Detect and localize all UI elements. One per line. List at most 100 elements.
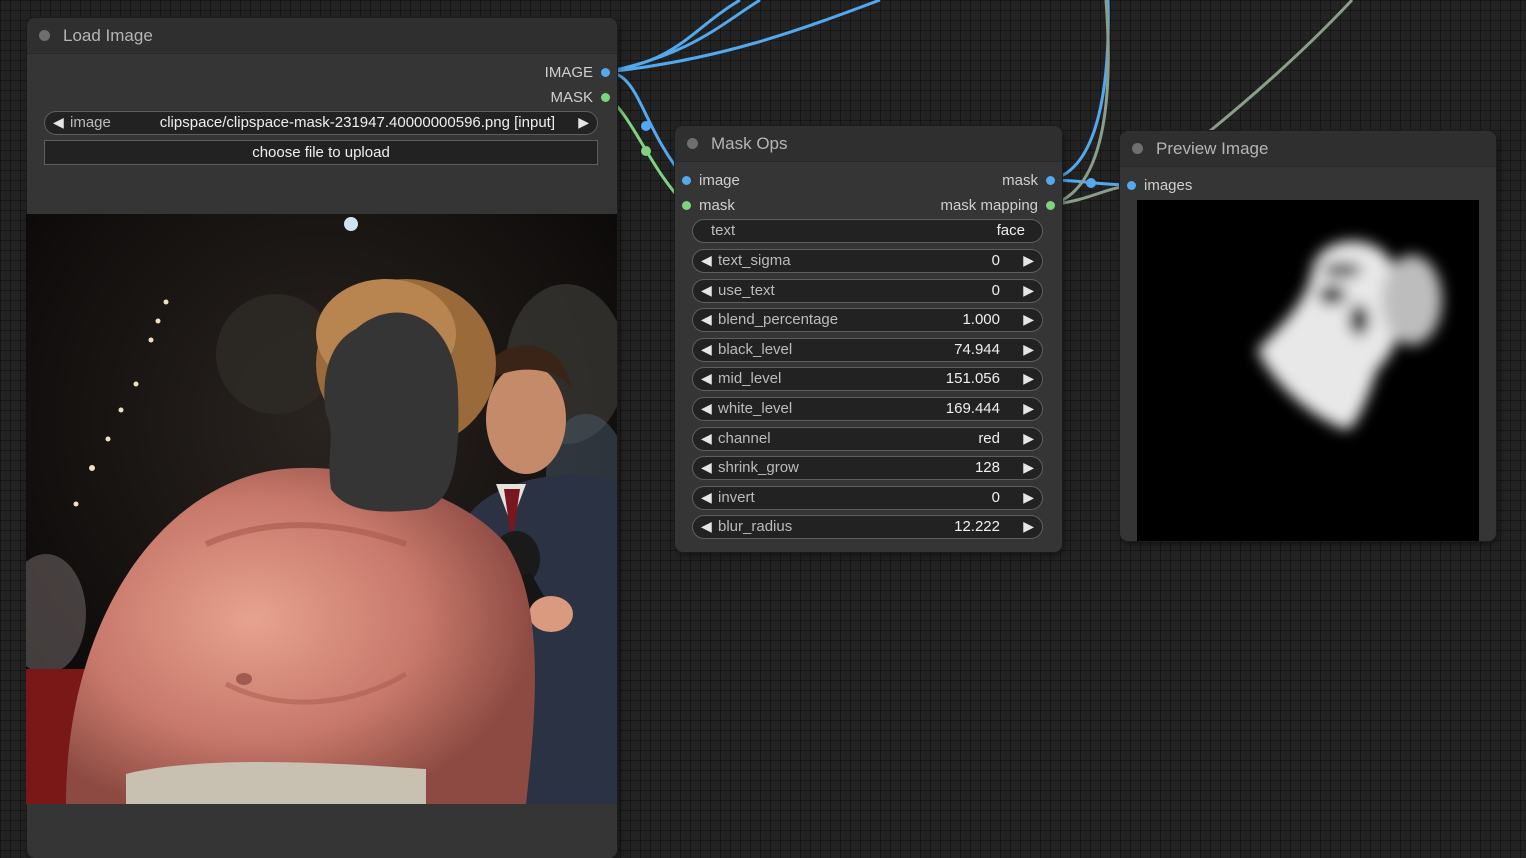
- input-label-mask: mask: [699, 197, 735, 214]
- input-slot-mask[interactable]: [682, 201, 691, 210]
- arrow-right-icon[interactable]: ▶: [1023, 282, 1034, 299]
- image-combo-widget[interactable]: ◀ image clipspace/clipspace-mask-231947.…: [44, 111, 598, 135]
- widget-label: blend_percentage: [718, 311, 839, 329]
- arrow-left-icon[interactable]: ◀: [701, 252, 712, 269]
- widget-label: shrink_grow: [718, 459, 799, 477]
- input-label-image: image: [699, 172, 740, 189]
- mapping-output-link: [1049, 183, 1132, 207]
- text-widget[interactable]: text face: [692, 219, 1043, 243]
- widget-value: 0: [991, 281, 1000, 299]
- widget-value: 12.222: [954, 518, 1000, 536]
- image-preview: [26, 214, 617, 804]
- arrow-left-icon[interactable]: ◀: [701, 430, 712, 447]
- widget-label: black_level: [718, 340, 793, 358]
- widget-label: image: [70, 114, 111, 131]
- arrow-left-icon[interactable]: ◀: [701, 341, 712, 358]
- widget-blend-percentage[interactable]: ◀ blend_percentage 1.000 ▶: [692, 308, 1043, 333]
- output-slot-mask[interactable]: [601, 93, 610, 102]
- widget-label: mid_level: [718, 370, 782, 388]
- widget-shrink-grow[interactable]: ◀ shrink_grow 128 ▶: [692, 456, 1043, 481]
- widget-value: 74.944: [954, 340, 1000, 358]
- widget-text-sigma[interactable]: ◀ text_sigma 0 ▶: [692, 249, 1043, 273]
- arrow-left-icon[interactable]: ◀: [701, 282, 712, 299]
- image-link-offscreen-1: [605, 0, 741, 74]
- widget-value: 0: [991, 488, 1000, 506]
- widget-label: text: [711, 222, 736, 239]
- arrow-left-icon[interactable]: ◀: [701, 311, 712, 328]
- widget-value: face: [996, 222, 1025, 239]
- mask-ops-header[interactable]: Mask Ops: [675, 126, 1062, 162]
- output-label-mask: MASK: [550, 89, 593, 106]
- arrow-right-icon[interactable]: ▶: [1023, 341, 1034, 358]
- widget-black-level[interactable]: ◀ black_level 74.944 ▶: [692, 337, 1043, 362]
- blurred-mask-image: [1257, 241, 1442, 430]
- preview-link-offscreen: [1209, 0, 1354, 133]
- preview-image-node[interactable]: Preview Image images: [1120, 131, 1496, 541]
- link-reroute-green: [641, 146, 651, 156]
- widget-value: 1.000: [962, 311, 1000, 329]
- widget-label: text_sigma: [718, 252, 791, 269]
- arrow-left-icon[interactable]: ◀: [701, 400, 712, 417]
- arrow-right-icon[interactable]: ▶: [1023, 400, 1034, 417]
- image-link-offscreen-2: [605, 0, 761, 74]
- arrow-right-icon[interactable]: ▶: [578, 114, 589, 131]
- node-title: Mask Ops: [711, 133, 788, 153]
- link-reroute-blue: [641, 121, 651, 131]
- mask-preview: [1137, 200, 1479, 541]
- widget-label: white_level: [718, 400, 793, 417]
- widget-mid-level[interactable]: ◀ mid_level 151.056 ▶: [692, 367, 1043, 392]
- arrow-left-icon[interactable]: ◀: [701, 518, 712, 535]
- output-slot-mask-mapping[interactable]: [1046, 201, 1055, 210]
- load-image-node[interactable]: Load Image IMAGE MASK ◀ image clipspace/…: [26, 18, 617, 858]
- wrestling-photo: [26, 214, 617, 804]
- arrow-right-icon[interactable]: ▶: [1023, 518, 1034, 535]
- widget-label: use_text: [718, 281, 775, 299]
- image-link-to-mask-ops: [605, 70, 688, 181]
- input-slot-image[interactable]: [682, 176, 691, 185]
- mask-ops-node[interactable]: Mask Ops image mask mask mask mapping te…: [675, 126, 1062, 552]
- output-slot-mask[interactable]: [1046, 176, 1055, 185]
- widget-white-level[interactable]: ◀ white_level 169.444 ▶: [692, 397, 1043, 421]
- arrow-left-icon[interactable]: ◀: [53, 114, 64, 131]
- widget-value: clipspace/clipspace-mask-231947.40000000…: [159, 114, 555, 131]
- output-label-mask-mapping: mask mapping: [940, 197, 1038, 214]
- output-label-image: IMAGE: [544, 64, 593, 81]
- arrow-right-icon[interactable]: ▶: [1023, 430, 1034, 447]
- input-label-images: images: [1144, 177, 1193, 194]
- widget-label: invert: [718, 488, 755, 506]
- output-slot-image[interactable]: [601, 68, 610, 77]
- widget-blur-radius[interactable]: ◀ blur_radius 12.222 ▶: [692, 515, 1043, 540]
- output-label-mask: mask: [1002, 172, 1038, 189]
- preview-image-header[interactable]: Preview Image: [1120, 131, 1496, 167]
- arrow-right-icon[interactable]: ▶: [1023, 311, 1034, 328]
- widget-value: 169.444: [945, 400, 1000, 417]
- arrow-left-icon[interactable]: ◀: [701, 489, 712, 506]
- arrow-right-icon[interactable]: ▶: [1023, 489, 1034, 506]
- collapse-dot-icon[interactable]: [39, 30, 50, 41]
- arrow-right-icon[interactable]: ▶: [1023, 252, 1034, 269]
- arrow-right-icon[interactable]: ▶: [1023, 370, 1034, 387]
- widget-value: 128: [974, 459, 1000, 477]
- widget-invert[interactable]: ◀ invert 0 ▶: [692, 485, 1043, 510]
- arrow-left-icon[interactable]: ◀: [701, 459, 712, 476]
- widget-label: blur_radius: [718, 518, 793, 536]
- widget-label: channel: [718, 429, 771, 447]
- input-slot-images[interactable]: [1127, 181, 1136, 190]
- widget-value: 0: [991, 252, 1000, 269]
- widget-channel[interactable]: ◀ channel red ▶: [692, 426, 1043, 451]
- collapse-dot-icon[interactable]: [687, 138, 698, 149]
- node-title: Preview Image: [1156, 138, 1269, 158]
- node-title: Load Image: [63, 25, 153, 45]
- load-image-header[interactable]: Load Image: [27, 18, 617, 54]
- upload-button[interactable]: choose file to upload: [44, 140, 598, 165]
- widget-use-text[interactable]: ◀ use_text 0 ▶: [692, 278, 1043, 303]
- link-reroute-output: [1086, 178, 1096, 188]
- widget-value: red: [978, 429, 1000, 447]
- arrow-right-icon[interactable]: ▶: [1023, 459, 1034, 476]
- arrow-left-icon[interactable]: ◀: [701, 370, 712, 387]
- collapse-dot-icon[interactable]: [1132, 143, 1143, 154]
- image-link-offscreen-3: [605, 0, 881, 74]
- mask-output-link: [1049, 178, 1132, 187]
- widget-value: 151.056: [945, 370, 1000, 388]
- mask-link-to-mask-ops: [605, 95, 688, 207]
